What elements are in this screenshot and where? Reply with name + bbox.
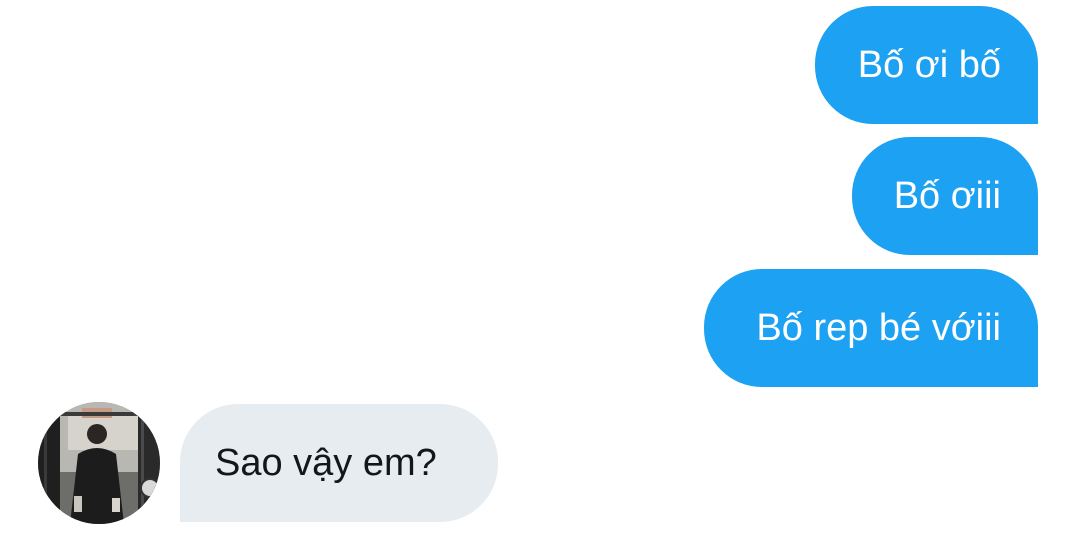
message-text: Bố rep bé vớiii (756, 307, 1001, 349)
incoming-message-bubble[interactable]: Sao vậy em? (180, 404, 498, 522)
message-text: Sao vậy em? (215, 442, 437, 484)
sender-avatar[interactable] (38, 402, 160, 524)
outgoing-message-bubble[interactable]: Bố rep bé vớiii (704, 269, 1038, 387)
message-text: Bố ơi bố (857, 44, 1001, 86)
person-photo-avatar-icon (38, 402, 160, 524)
outgoing-message-bubble[interactable]: Bố ơiii (852, 137, 1038, 255)
message-thread: Bố ơi bố Bố ơiii Bố rep bé vớiii Sao vậy… (0, 0, 1077, 540)
outgoing-message-bubble[interactable]: Bố ơi bố (815, 6, 1038, 124)
message-text: Bố ơiii (893, 175, 1001, 217)
